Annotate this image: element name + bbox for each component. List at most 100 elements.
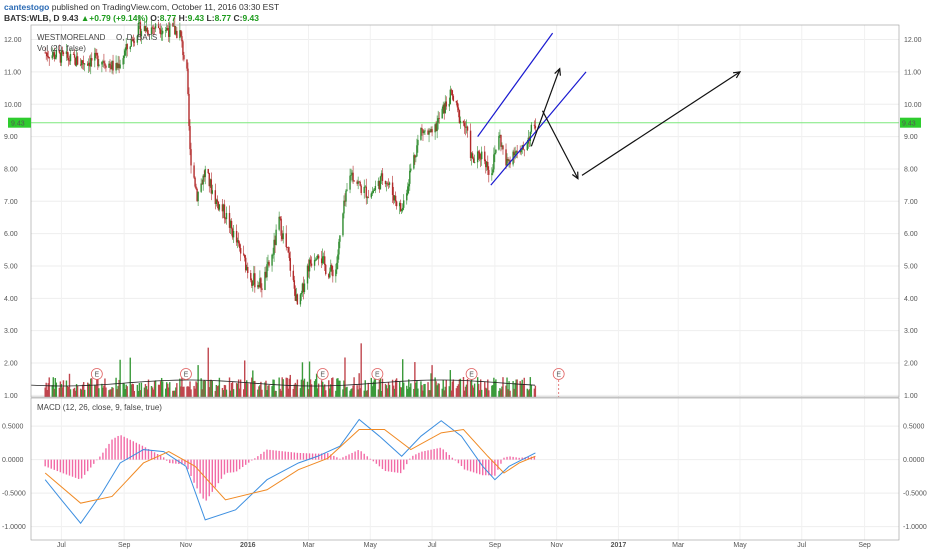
candle-body [329, 271, 331, 278]
candle-body [530, 124, 533, 132]
candle-body [239, 248, 242, 254]
candle-body [230, 220, 233, 229]
candle-body [349, 175, 351, 190]
candle-body [373, 190, 376, 192]
candle-body [300, 292, 303, 295]
candle-body [167, 28, 169, 31]
volume-bar [424, 383, 426, 397]
candle-body [275, 229, 277, 245]
volume-bar [417, 388, 419, 397]
volume-bar [147, 379, 150, 397]
volume-bar [530, 385, 533, 397]
volume-bar [83, 389, 86, 397]
price-badge-left-label: 9.43 [11, 121, 25, 128]
volume-bar [112, 387, 114, 397]
volume-bar [225, 389, 228, 397]
price-badge-right-label: 9.43 [902, 121, 916, 128]
drawings[interactable] [477, 32, 742, 186]
x-tick-label: Nov [550, 542, 563, 549]
earnings-marker-label: E [94, 372, 99, 379]
candle-body [342, 213, 344, 236]
candle-body [161, 30, 164, 34]
candle-body [533, 124, 536, 126]
candle-body [188, 93, 190, 127]
volume-bar [495, 379, 497, 397]
price-tick-right: 2.00 [904, 361, 918, 368]
candle-body [109, 63, 111, 66]
candle-body [181, 36, 183, 42]
price-tick-right: 9.00 [904, 134, 918, 141]
volume-bar [388, 384, 391, 397]
candle-body [526, 143, 528, 151]
candle-body [417, 139, 419, 146]
volume-bar [105, 387, 107, 397]
candle-body [472, 158, 475, 163]
volume-bar [140, 382, 143, 397]
volume-bar [332, 377, 334, 397]
candle-body [438, 118, 440, 120]
candle-body [484, 151, 486, 162]
candle-body [415, 156, 417, 158]
candle-body [403, 200, 405, 208]
price-tick-right: 1.00 [904, 393, 918, 400]
price-tick-right: 8.00 [904, 166, 918, 173]
price-tick-right: 7.00 [904, 199, 918, 206]
earnings-marker-label: E [556, 372, 561, 379]
candle-body [353, 180, 355, 182]
x-tick-label: May [733, 542, 747, 549]
price-tick-left: 12.00 [4, 37, 22, 44]
candle-body [424, 130, 426, 132]
candle-body [288, 252, 290, 259]
candle-body [466, 126, 469, 131]
candle-body [337, 254, 339, 263]
volume-bar [126, 386, 128, 397]
earnings-marker-label: E [320, 372, 325, 379]
volume-bar [452, 379, 455, 397]
candle-body [463, 122, 466, 127]
candle-body [76, 56, 79, 65]
price-tick-left: 11.00 [4, 69, 21, 76]
volume-bar [374, 377, 377, 397]
candle-body [272, 254, 274, 256]
volume-bar [69, 389, 72, 397]
candle-body [287, 247, 289, 253]
volume-bar [275, 390, 277, 397]
candle-body [225, 212, 228, 220]
volume-bar [62, 380, 65, 397]
candle-body [237, 240, 240, 244]
volume-bar [282, 379, 284, 397]
volume-bar [133, 390, 136, 397]
candle-body [46, 52, 48, 57]
candle-body [407, 186, 409, 194]
x-tick-label: Mar [302, 542, 315, 549]
volume-bar [459, 378, 462, 397]
candle-body [315, 258, 318, 260]
volume-bar [466, 379, 469, 397]
candle-body [51, 55, 53, 59]
candle-body [451, 90, 454, 96]
price-tick-right: 5.00 [904, 263, 918, 270]
candle-body [335, 269, 337, 277]
candle-body [159, 29, 162, 35]
volume-legend: Vol (20, false) [37, 44, 86, 53]
candle-body [359, 181, 361, 186]
price-series: EEEEEE [31, 15, 899, 397]
price-tick-right: 11.00 [904, 69, 921, 76]
volume-bar [381, 378, 384, 397]
volume-bar [303, 378, 306, 397]
price-tick-left: 6.00 [4, 231, 18, 238]
volume-bar [261, 389, 263, 397]
candle-body [477, 151, 480, 153]
candle-body [374, 186, 377, 191]
volume-bar [523, 377, 525, 397]
candle-body [112, 60, 114, 71]
candle-body [247, 266, 249, 274]
candle-body [321, 256, 324, 264]
candle-body [101, 61, 103, 65]
chart-area[interactable]: E E E E E E 12.00 12.00 11.00 11.00 10.00 10.00 9.0… [0, 0, 932, 550]
candle-body [165, 30, 167, 31]
volume-bar [481, 389, 483, 397]
volume-bar [169, 382, 171, 397]
candle-body [169, 23, 171, 37]
candle-body [449, 89, 452, 104]
